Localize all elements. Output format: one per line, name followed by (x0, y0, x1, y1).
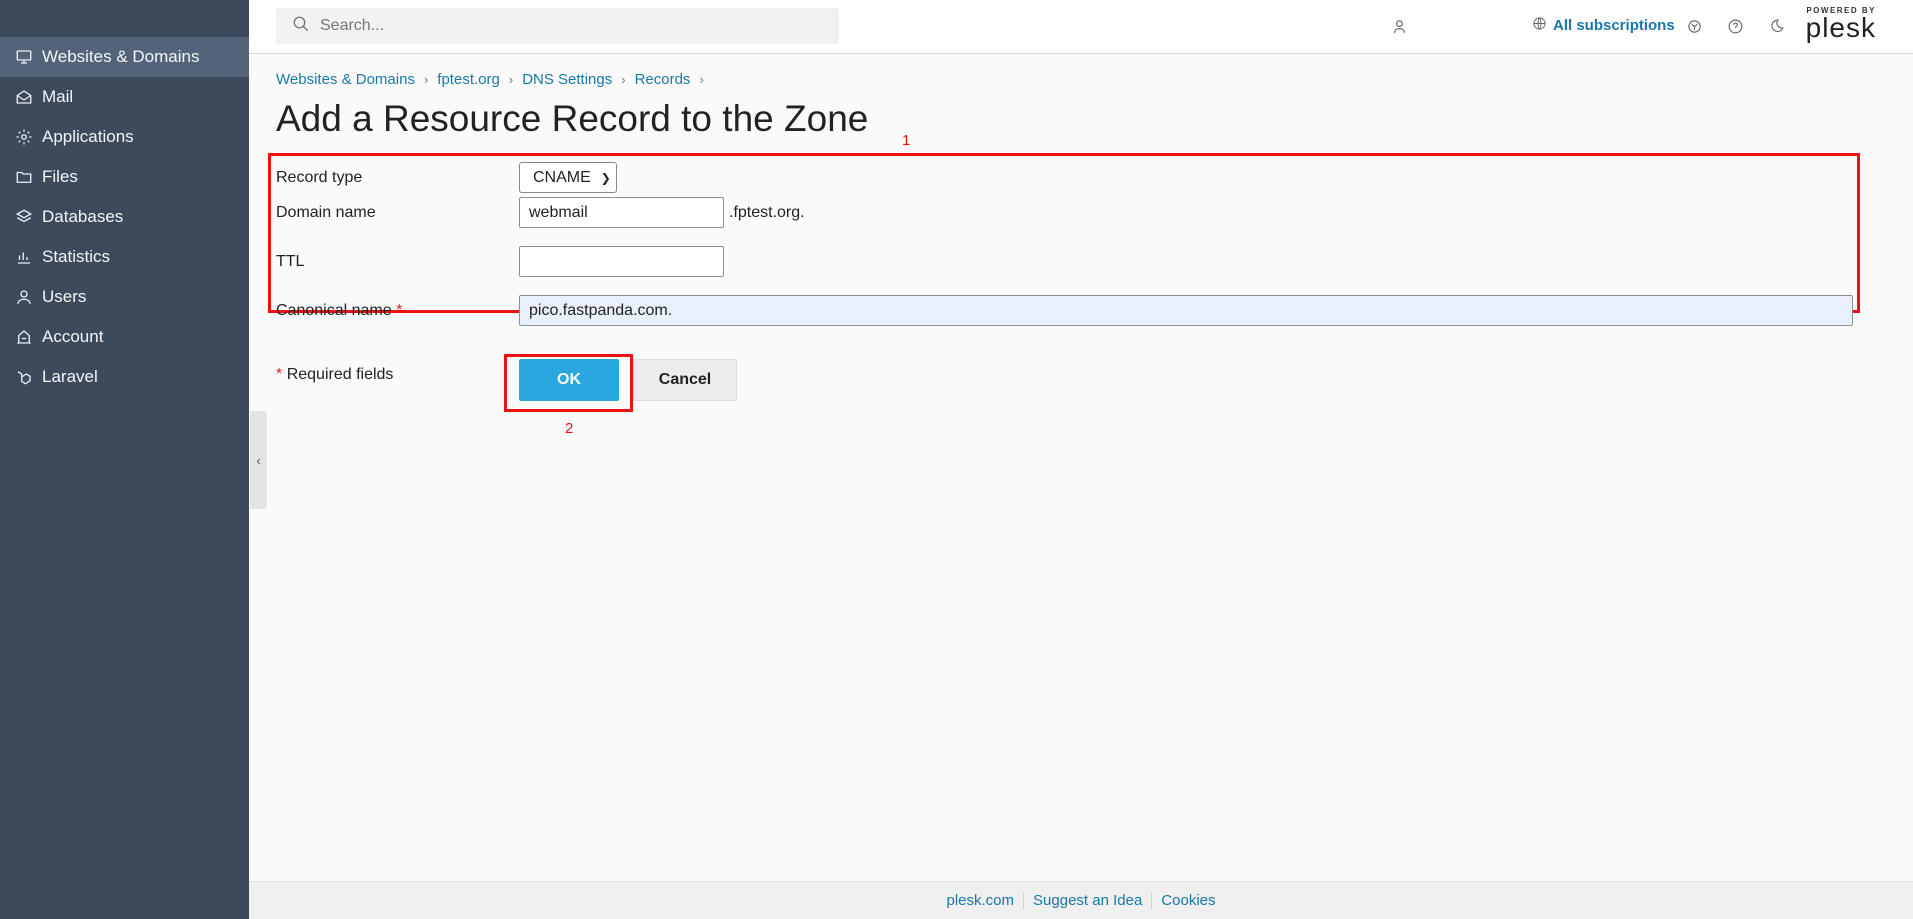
sidebar-item-label: Mail (42, 87, 74, 106)
footer-link-cookies[interactable]: Cookies (1152, 892, 1224, 909)
laravel-icon (14, 367, 34, 387)
chevron-right-icon: › (423, 72, 429, 87)
breadcrumb-fptest-org[interactable]: fptest.org (437, 71, 500, 88)
canonical-name-row: Canonical name * (276, 295, 1853, 326)
canonical-name-label-text: Canonical name (276, 301, 392, 319)
user-icon (14, 287, 34, 307)
bar-chart-icon (14, 247, 34, 267)
ok-button[interactable]: OK (519, 359, 619, 401)
page-title: Add a Resource Record to the Zone (276, 98, 869, 139)
record-type-row: Record type CNAME ❯ (276, 162, 617, 193)
folder-icon (14, 167, 34, 187)
domain-name-input[interactable] (519, 197, 724, 228)
domain-name-row: Domain name .fptest.org. (276, 197, 805, 228)
sidebar: Websites & Domains Mail Applications Fil… (0, 0, 249, 919)
cancel-button[interactable]: Cancel (633, 359, 737, 401)
sidebar-item-account[interactable]: Account (0, 317, 249, 357)
sidebar-item-databases[interactable]: Databases (0, 197, 249, 237)
sidebar-item-label: Laravel (42, 367, 98, 386)
sidebar-item-label: Users (42, 287, 87, 306)
breadcrumb: Websites & Domains › fptest.org › DNS Se… (276, 71, 713, 88)
canonical-name-input[interactable] (519, 295, 1853, 326)
sidebar-item-label: Statistics (42, 247, 111, 266)
breadcrumb-websites-domains[interactable]: Websites & Domains (276, 71, 415, 88)
monitor-icon (14, 47, 34, 67)
footer-link-suggest-idea[interactable]: Suggest an Idea (1024, 892, 1151, 909)
sidebar-item-applications[interactable]: Applications (0, 117, 249, 157)
all-subscriptions-link[interactable]: All subscriptions (1532, 16, 1675, 35)
annotation-number-2: 2 (565, 420, 574, 437)
ttl-row: TTL (276, 246, 724, 277)
record-type-select[interactable]: CNAME ❯ (519, 162, 617, 193)
chevron-right-icon: › (699, 72, 704, 87)
plesk-wordmark: plesk (1805, 12, 1876, 43)
extensions-icon[interactable] (1683, 15, 1705, 37)
layers-icon (14, 207, 34, 227)
dark-mode-moon-icon[interactable] (1765, 15, 1787, 37)
sidebar-item-laravel[interactable]: Laravel (0, 357, 249, 397)
sidebar-item-files[interactable]: Files (0, 157, 249, 197)
top-header: All subscriptions POWERED BY plesk (249, 0, 1913, 54)
main-content: Websites & Domains › fptest.org › DNS Se… (249, 55, 1913, 881)
required-fields-note: * Required fields (276, 366, 393, 384)
footer: plesk.com Suggest an Idea Cookies (249, 881, 1913, 919)
sidebar-item-label: Account (42, 327, 104, 346)
sidebar-item-mail[interactable]: Mail (0, 77, 249, 117)
canonical-name-label: Canonical name * (276, 302, 519, 320)
required-asterisk: * (396, 301, 403, 319)
globe-icon (1532, 16, 1553, 35)
user-profile-icon[interactable] (1388, 15, 1410, 37)
record-type-label: Record type (276, 168, 363, 186)
search-icon (292, 15, 310, 38)
breadcrumb-dns-settings[interactable]: DNS Settings (522, 71, 612, 88)
annotation-number-1: 1 (902, 132, 911, 149)
sidebar-item-label: Files (42, 167, 78, 186)
sidebar-item-websites-domains[interactable]: Websites & Domains (0, 37, 249, 77)
footer-link-plesk-com[interactable]: plesk.com (938, 892, 1024, 909)
account-icon (14, 327, 34, 347)
domain-name-label: Domain name (276, 203, 376, 221)
domain-suffix: .fptest.org. (729, 203, 805, 221)
sidebar-item-statistics[interactable]: Statistics (0, 237, 249, 277)
sidebar-item-label: Applications (42, 127, 134, 146)
sidebar-item-users[interactable]: Users (0, 277, 249, 317)
gear-icon (14, 127, 34, 147)
breadcrumb-records[interactable]: Records (635, 71, 691, 88)
required-fields-text: Required fields (286, 366, 394, 383)
required-asterisk: * (276, 366, 283, 383)
ttl-label: TTL (276, 252, 305, 270)
chevron-right-icon: › (621, 72, 626, 87)
search-box[interactable] (276, 8, 839, 44)
search-input[interactable] (320, 17, 800, 35)
help-icon[interactable] (1724, 15, 1746, 37)
all-subscriptions-label: All subscriptions (1553, 17, 1675, 34)
sidebar-list: Websites & Domains Mail Applications Fil… (0, 0, 249, 397)
sidebar-item-label: Databases (42, 207, 124, 226)
sidebar-item-label: Websites & Domains (42, 47, 200, 66)
record-type-value: CNAME (533, 168, 591, 186)
plesk-logo: POWERED BY plesk (1804, 6, 1876, 46)
chevron-right-icon: › (508, 72, 514, 87)
mail-icon (14, 87, 34, 107)
ttl-input[interactable] (519, 246, 724, 277)
chevron-down-icon: ❯ (600, 170, 611, 185)
app-window: Websites & Domains Mail Applications Fil… (0, 0, 1913, 919)
